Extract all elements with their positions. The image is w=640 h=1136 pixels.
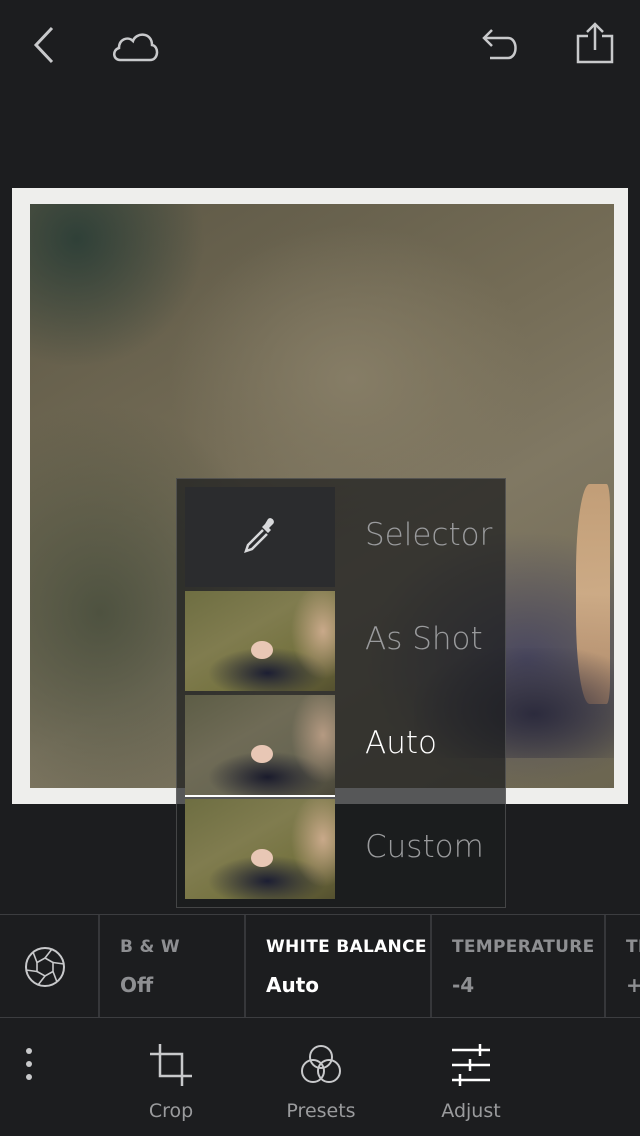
white-balance-menu: Selector As Shot Auto Custom (176, 478, 506, 908)
chevron-left-icon (30, 24, 60, 66)
tool-value: -4 (452, 973, 475, 997)
tool-value: + (626, 973, 640, 997)
wb-as-shot-thumbnail (185, 591, 335, 691)
tool-name: TI (626, 937, 640, 957)
more-button[interactable] (0, 1042, 60, 1132)
crop-button[interactable]: Crop (116, 1042, 226, 1132)
undo-icon (480, 26, 520, 62)
wb-option-label: Custom (365, 829, 484, 865)
tool-value: Off (120, 973, 154, 997)
top-toolbar (0, 0, 640, 90)
tool-temperature[interactable]: TEMPERATURE -4 (432, 915, 606, 1017)
tool-name: WHITE BALANCE (266, 937, 427, 957)
presets-icon (266, 1042, 376, 1088)
cloud-sync-button[interactable] (110, 28, 160, 64)
bottom-toolbar: Crop Presets Adjust (0, 1018, 640, 1136)
sliders-icon (416, 1042, 526, 1088)
tool-name: B & W (120, 937, 180, 957)
aperture-icon (23, 945, 67, 993)
adjustment-tool-strip: B & W Off WHITE BALANCE Auto TEMPERATURE… (0, 914, 640, 1018)
tool-bw[interactable]: B & W Off (100, 915, 246, 1017)
wb-option-selector[interactable]: Selector (177, 479, 507, 587)
wb-option-custom[interactable]: Custom (177, 791, 507, 899)
share-button[interactable] (576, 22, 614, 64)
crop-icon (116, 1042, 226, 1088)
more-vertical-icon (24, 1046, 34, 1082)
wb-option-label: Auto (365, 725, 437, 761)
wb-custom-thumbnail (185, 799, 335, 899)
crop-label: Crop (148, 1100, 194, 1122)
profile-button[interactable] (0, 915, 100, 1017)
adjust-button[interactable]: Adjust (416, 1042, 526, 1132)
tool-name: TEMPERATURE (452, 937, 595, 957)
wb-auto-thumbnail (185, 695, 335, 797)
back-button[interactable] (30, 24, 60, 66)
wb-option-as-shot[interactable]: As Shot (177, 583, 507, 691)
wb-option-label: Selector (365, 517, 493, 553)
wb-selector-thumbnail (185, 487, 335, 587)
share-icon (576, 22, 614, 64)
eyedropper-icon (238, 513, 282, 561)
wb-option-label: As Shot (365, 621, 483, 657)
tool-white-balance[interactable]: WHITE BALANCE Auto (246, 915, 432, 1017)
tool-tint[interactable]: TI + (606, 915, 640, 1017)
undo-button[interactable] (480, 26, 520, 62)
presets-label: Presets (286, 1100, 356, 1122)
adjust-label: Adjust (441, 1100, 501, 1122)
cloud-icon (110, 28, 160, 64)
presets-button[interactable]: Presets (266, 1042, 376, 1132)
tool-value: Auto (266, 973, 320, 997)
wb-option-auto[interactable]: Auto (177, 687, 507, 797)
